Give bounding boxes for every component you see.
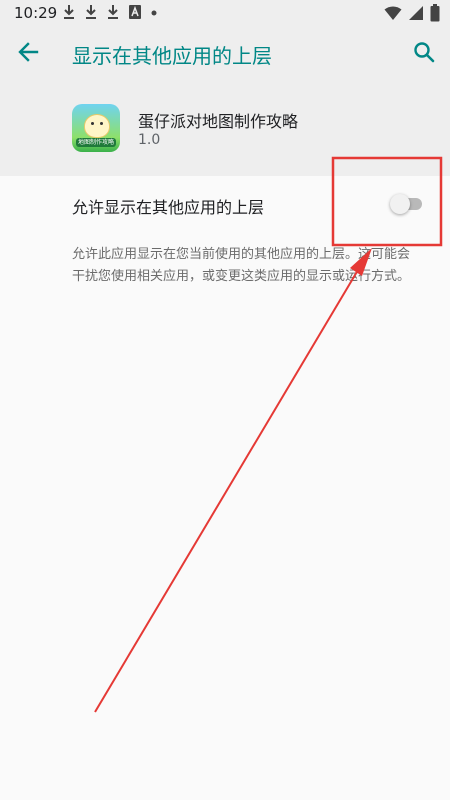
toggle-thumb xyxy=(390,194,410,214)
notification-icons xyxy=(62,4,158,20)
permission-toggle[interactable] xyxy=(390,194,424,214)
status-bar: 10:29 xyxy=(0,0,450,28)
wifi-icon xyxy=(384,5,402,21)
app-bar: 显示在其他应用的上层 xyxy=(0,28,450,78)
app-version: 1.0 xyxy=(138,132,161,148)
app-icon: 地图制作攻略 xyxy=(72,104,120,152)
dot-icon xyxy=(150,4,158,20)
battery-icon xyxy=(430,4,440,22)
font-icon xyxy=(128,4,142,20)
annotation-arrow-line xyxy=(94,269,359,713)
app-header: 地图制作攻略 蛋仔派对地图制作攻略 1.0 xyxy=(0,78,450,176)
download-icon xyxy=(84,4,98,20)
signal-icon xyxy=(408,5,424,21)
search-button[interactable] xyxy=(410,40,438,68)
status-time: 10:29 xyxy=(14,4,58,22)
app-icon-banner: 地图制作攻略 xyxy=(76,138,116,147)
back-button[interactable] xyxy=(14,40,42,68)
chick-illustration xyxy=(84,114,110,138)
permission-label: 允许显示在其他应用的上层 xyxy=(72,198,265,217)
app-name: 蛋仔派对地图制作攻略 xyxy=(138,112,299,131)
permission-description: 允许此应用显示在您当前使用的其他应用的上层。这可能会干扰您使用相关应用，或变更这… xyxy=(72,247,411,284)
page-title: 显示在其他应用的上层 xyxy=(72,44,272,68)
search-icon xyxy=(413,41,435,67)
system-icons xyxy=(384,4,440,22)
permission-row[interactable]: 允许显示在其他应用的上层 xyxy=(0,176,450,232)
download-icon xyxy=(62,4,76,20)
download-icon xyxy=(106,4,120,20)
arrow-left-icon xyxy=(17,41,39,67)
